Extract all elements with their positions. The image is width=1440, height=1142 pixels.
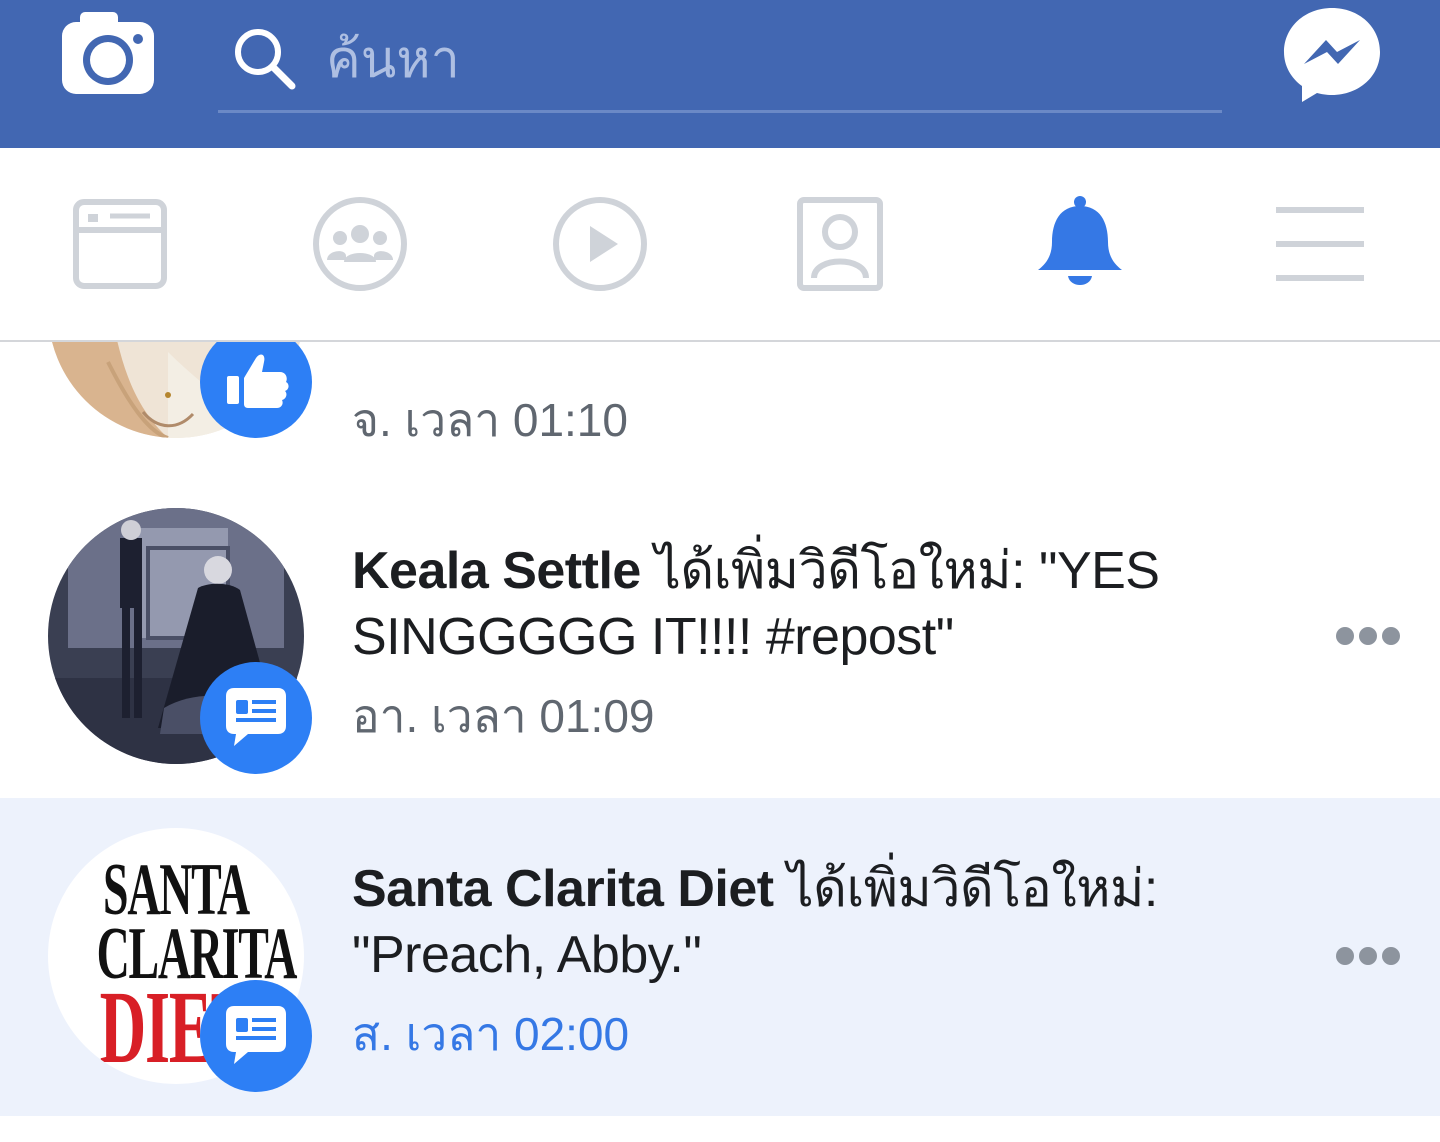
notification-message-line2: SINGGGGG IT!!!! #repost" [352,608,954,666]
notification-message-line2: "Preach, Abby." [352,926,702,984]
notification-time: จ. เวลา 01:10 [352,394,628,446]
search-icon [230,24,300,94]
menu-icon [1276,207,1364,281]
tab-menu[interactable] [1200,148,1440,340]
news-feed-icon [73,199,167,289]
tab-watch[interactable] [480,148,720,340]
tab-notifications[interactable] [960,148,1200,340]
tab-groups[interactable] [240,148,480,340]
notification-time: อา. เวลา 01:09 [352,690,655,742]
notification-message: ได้เพิ่มวิดีโอใหม่: "YES [640,542,1160,600]
more-options-button[interactable] [1328,616,1408,656]
comment-badge [200,980,312,1092]
more-options-button[interactable] [1328,936,1408,976]
notification-actor: Keala Settle [352,542,641,600]
comment-icon [226,1006,286,1064]
play-icon [553,197,647,291]
search-underline [218,110,1222,113]
search-input[interactable] [326,22,1206,98]
comment-icon [226,688,286,746]
notification-actor: Santa Clarita Diet [352,860,774,918]
like-icon [227,354,289,408]
top-bar [0,0,1440,148]
notification-list: จ. เวลา 01:10 Keala Settle ได้เพิ่มวิดีโ… [0,342,1440,1142]
bell-icon [1038,196,1122,285]
messenger-icon[interactable] [1280,4,1384,104]
search-field[interactable] [218,10,1222,114]
notification-item[interactable]: Keala Settle ได้เพิ่มวิดีโอใหม่: "YES SI… [0,482,1440,798]
tab-bar [0,148,1440,342]
notification-text: Keala Settle ได้เพิ่มวิดีโอใหม่: "YES SI… [352,538,1232,670]
groups-icon [313,197,407,291]
notification-item[interactable]: จ. เวลา 01:10 [0,342,1440,482]
notification-time: ส. เวลา 02:00 [352,1008,630,1060]
camera-icon[interactable] [58,10,158,98]
comment-badge [200,662,312,774]
notification-message: ได้เพิ่มวิดีโอใหม่: [773,860,1159,918]
tab-news-feed[interactable] [0,148,240,340]
notification-item[interactable]: SANTA CLARITA DIET Santa Clarita Diet ได… [0,798,1440,1116]
profile-icon [797,197,883,291]
like-badge [200,342,312,438]
tab-profile[interactable] [720,148,960,340]
notification-text: Santa Clarita Diet ได้เพิ่มวิดีโอใหม่: "… [352,856,1232,988]
